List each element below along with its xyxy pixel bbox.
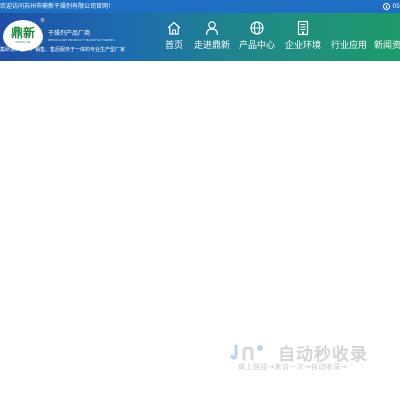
nav-item-home[interactable]: 首页 xyxy=(159,13,189,61)
globe-icon xyxy=(250,21,264,35)
phone-contact[interactable]: 05 xyxy=(383,1,400,12)
nav-item-about[interactable]: 走进鼎新 xyxy=(192,13,232,61)
watermark: 自动秒收录 做上链接→来访一次→自动收录→ xyxy=(230,340,390,380)
nav-label: 产品中心 xyxy=(238,41,275,51)
nav-label: 企业环境 xyxy=(284,41,321,51)
user-icon xyxy=(205,21,219,36)
nav-item-environment[interactable]: 企业环境 xyxy=(283,13,323,61)
nav-label: 走进鼎新 xyxy=(193,41,230,51)
building-icon xyxy=(297,20,309,36)
page: 欢迎访问苏州市鼎新干燥剂有限公司官网！ 05 鼎新 DINGXIN ® 干燥剂产… xyxy=(0,0,400,400)
welcome-text: 欢迎访问苏州市鼎新干燥剂有限公司官网！ xyxy=(0,3,115,10)
registered-mark: ® xyxy=(40,18,45,24)
nav-item-applications[interactable]: 行业应用 xyxy=(329,13,369,61)
brand-slogan: 集研发、生产、销售、售后服务于一体的专业生产型厂家 xyxy=(0,47,126,53)
nav-label: 行业应用 xyxy=(330,41,367,51)
logo-text: 鼎新 xyxy=(10,26,35,40)
home-icon xyxy=(167,21,181,35)
watermark-subtext: 做上链接→来访一次→自动收录→ xyxy=(238,363,348,371)
logo-english: DINGXIN xyxy=(15,40,31,44)
phone-number: 05 xyxy=(392,3,400,10)
brand-title: 干燥剂产品厂商 xyxy=(48,30,91,37)
phone-icon xyxy=(383,3,391,10)
nav-label: 新闻资 xyxy=(374,41,400,51)
brand-subtitle: DESICCANT PRODUCT MANUFACTURERS xyxy=(48,38,115,42)
top-bar: 欢迎访问苏州市鼎新干燥剂有限公司官网！ 05 xyxy=(0,0,400,13)
nav-label: 首页 xyxy=(164,41,183,51)
watermark-logo-icon xyxy=(230,344,263,360)
nav-item-news[interactable]: 新闻资 xyxy=(374,13,400,61)
nav-item-products[interactable]: 产品中心 xyxy=(237,13,277,61)
header: 鼎新 DINGXIN ® 干燥剂产品厂商 DESICCANT PRODUCT M… xyxy=(0,13,400,61)
